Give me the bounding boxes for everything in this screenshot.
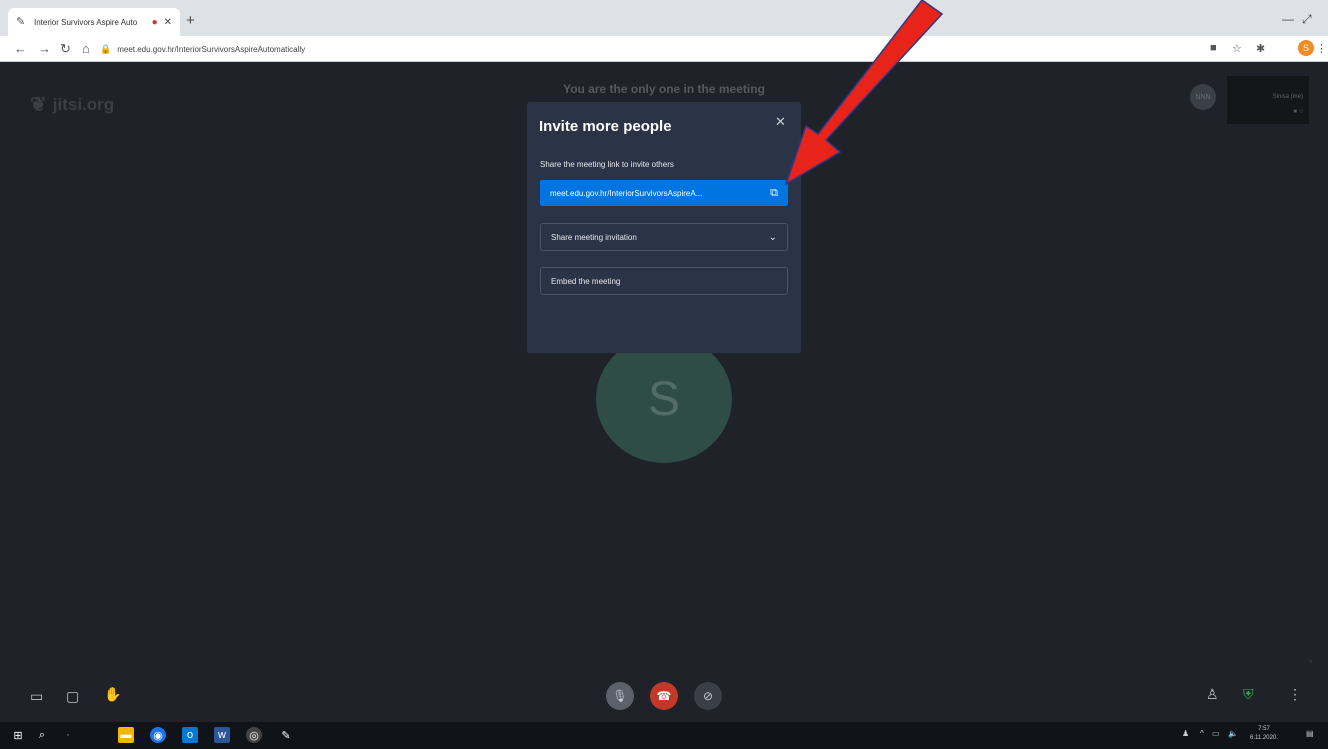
local-video-thumbnail[interactable]: Sinisa (me) ■ ☆	[1227, 76, 1309, 124]
close-icon[interactable]: ✕	[775, 114, 786, 130]
outlook-icon[interactable]: o	[182, 727, 198, 743]
browser-tab-bar: ✎ Interior Survivors Aspire Auto ● ✕ + —…	[0, 0, 1328, 36]
hangup-icon: ☎	[656, 689, 672, 703]
windows-start-icon[interactable]: ⊞	[10, 727, 26, 743]
meeting-link-text: meet.edu.gov.hr/InteriorSurvivorsAspireA…	[550, 188, 703, 198]
browser-tab[interactable]: ✎ Interior Survivors Aspire Auto ● ✕	[8, 8, 180, 36]
clock-date: 6.11.2020.	[1250, 735, 1278, 741]
search-icon[interactable]: ⌕	[34, 727, 50, 743]
chrome-icon[interactable]: ◉	[150, 727, 166, 743]
meeting-status: You are the only one in the meeting	[563, 82, 765, 96]
meeting-link-field[interactable]: meet.edu.gov.hr/InteriorSurvivorsAspireA…	[540, 180, 788, 206]
bookmark-star-icon[interactable]: ☆	[1232, 42, 1242, 55]
home-icon[interactable]: ⌂	[82, 41, 90, 56]
mic-muted-button[interactable]: 🎙	[606, 682, 634, 710]
share-link-label: Share the meeting link to invite others	[540, 160, 674, 169]
taskbar-clock[interactable]: 7:57 6.11.2020.	[1250, 725, 1278, 743]
forward-icon[interactable]: →	[38, 41, 51, 56]
camera-indicator-icon[interactable]: ■	[1210, 42, 1217, 54]
screenshare-icon[interactable]: ▢	[66, 688, 79, 705]
file-explorer-icon[interactable]: ▬	[118, 727, 134, 743]
dialog-title: Invite more people	[539, 118, 672, 135]
clock-time: 7:57	[1258, 726, 1270, 732]
participants-icon[interactable]: ♙	[1206, 686, 1219, 703]
hangup-button[interactable]: ☎	[650, 682, 678, 710]
paint-app-icon[interactable]: ✎	[278, 727, 294, 743]
address-bar[interactable]: 🔒 meet.edu.gov.hr/InteriorSurvivorsAspir…	[100, 39, 1100, 59]
video-off-icon: ⊘	[702, 689, 714, 703]
network-people-icon[interactable]: ♟	[1182, 729, 1189, 738]
share-invitation-dropdown[interactable]: Share meeting invitation ⌄	[540, 223, 788, 251]
windows-taskbar: ⊞ ⌕ · ▬ ◉ o w ◎ ✎ ♟ ^ ▭ 🔈 7:57 6.11.2020…	[0, 722, 1328, 749]
thumbnail-status-icons: ■ ☆	[1293, 109, 1304, 115]
reload-icon[interactable]: ↻	[60, 41, 71, 57]
tray-chevron-up-icon[interactable]: ^	[1200, 729, 1204, 738]
profile-avatar[interactable]: S	[1298, 40, 1314, 56]
filmstrip-name: Sinisa (me)	[1272, 94, 1303, 100]
security-shield-icon[interactable]: ⛨	[1243, 686, 1254, 703]
task-view-icon[interactable]: ·	[60, 727, 76, 743]
tab-close-icon[interactable]: ✕	[164, 17, 172, 28]
word-icon[interactable]: w	[214, 727, 230, 743]
filmstrip-toggle-icon[interactable]: ›	[1309, 656, 1312, 667]
notifications-icon[interactable]: ▤	[1306, 729, 1314, 738]
mini-avatar[interactable]: NNN	[1190, 84, 1216, 110]
browser-toolbar: ← → ↻ ⌂ 🔒 meet.edu.gov.hr/InteriorSurviv…	[0, 36, 1328, 62]
logo-text: jitsi.org	[52, 94, 115, 114]
battery-icon[interactable]: ▭	[1212, 729, 1220, 738]
tab-title: Interior Survivors Aspire Auto	[34, 17, 138, 27]
avatar-letter: S	[647, 372, 680, 426]
raise-hand-icon[interactable]: ✋	[104, 686, 121, 703]
back-icon[interactable]: ←	[14, 41, 27, 56]
url-text: meet.edu.gov.hr/InteriorSurvivorsAspireA…	[117, 44, 306, 54]
more-options-icon[interactable]: ⋮	[1288, 686, 1302, 703]
volume-icon[interactable]: 🔈	[1228, 729, 1238, 738]
embed-label: Embed the meeting	[551, 276, 621, 286]
new-tab-button[interactable]: +	[186, 12, 195, 29]
copy-icon[interactable]: ⧉	[770, 187, 778, 200]
extensions-icon[interactable]: ✱	[1256, 42, 1265, 55]
chat-icon[interactable]: ▭	[30, 688, 43, 705]
minimize-icon[interactable]: —	[1282, 12, 1294, 26]
media-app-icon[interactable]: ◎	[246, 727, 262, 743]
chevron-down-icon: ⌄	[768, 231, 777, 243]
recording-icon: ●	[151, 16, 158, 28]
lock-icon[interactable]: 🔒	[100, 44, 111, 55]
invite-dialog: Invite more people ✕ Share the meeting l…	[527, 102, 801, 353]
menu-kebab-icon[interactable]: ⋮	[1316, 42, 1327, 55]
share-invitation-label: Share meeting invitation	[551, 232, 637, 242]
restore-icon[interactable]: ⤢	[1302, 12, 1312, 27]
participant-avatar: S	[596, 335, 732, 463]
mic-off-icon: 🎙	[612, 689, 628, 703]
embed-meeting-button[interactable]: Embed the meeting	[540, 267, 788, 295]
camera-off-button[interactable]: ⊘	[694, 682, 722, 710]
feather-icon: ✎	[16, 16, 26, 28]
